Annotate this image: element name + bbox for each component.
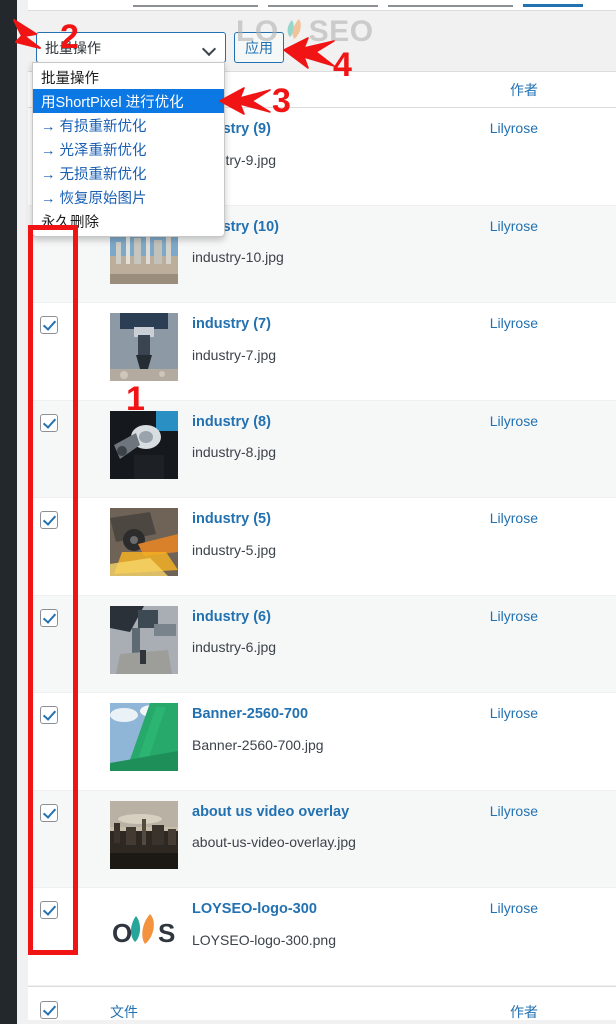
dropdown-item-label: → 有损重新优化: [41, 118, 147, 135]
svg-text:O: O: [112, 918, 132, 948]
media-thumbnail[interactable]: [110, 800, 178, 869]
media-title-link[interactable]: industry (6): [192, 608, 476, 628]
media-filename: Banner-2560-700.jpg: [192, 736, 324, 753]
table-footer-row: 文件 作者: [28, 985, 616, 1023]
media-author-link[interactable]: Lilyrose: [490, 510, 538, 526]
bulk-actions-select-value: 批量操作: [45, 39, 101, 56]
media-thumbnail[interactable]: [110, 313, 178, 381]
media-filename: industry-10.jpg: [192, 249, 284, 266]
row-select-checkbox[interactable]: [40, 803, 62, 826]
table-row[interactable]: O S LOYSEO-logo-300 LOYSEO-logo-300.png Lily…: [28, 888, 616, 986]
media-title-link[interactable]: industry (7): [192, 315, 476, 335]
dropdown-item-label: 批量操作: [41, 70, 99, 87]
media-filename: about-us-video-overlay.jpg: [192, 834, 356, 851]
media-title-cell: Banner-2560-700 Banner-2560-700.jpg: [192, 705, 476, 753]
dropdown-item-1[interactable]: 用ShortPixel 进行优化: [33, 89, 224, 113]
media-thumbnail[interactable]: [110, 508, 178, 576]
column-footer-file[interactable]: 文件: [110, 1002, 138, 1022]
media-filename: LOYSEO-logo-300.png: [192, 931, 336, 948]
row-select-checkbox[interactable]: [40, 511, 62, 533]
media-title-link[interactable]: Banner-2560-700: [192, 705, 476, 725]
row-select-checkbox[interactable]: [40, 316, 62, 338]
row-select-checkbox[interactable]: [40, 413, 62, 436]
bulk-actions-select[interactable]: 批量操作: [36, 32, 226, 63]
media-thumbnail[interactable]: [110, 605, 178, 674]
bulk-actions-dropdown-list[interactable]: 批量操作用ShortPixel 进行优化 → 有损重新优化 → 光泽重新优化 → 无损…: [32, 62, 225, 237]
media-filename: industry-8.jpg: [192, 444, 277, 461]
table-row[interactable]: about us video overlay about-us-video-ove…: [28, 790, 616, 888]
media-author-link[interactable]: Lilyrose: [490, 120, 538, 136]
svg-text:S: S: [158, 918, 175, 948]
dropdown-item-label: → 无损重新优化: [41, 166, 147, 183]
dropdown-item-3[interactable]: → 光泽重新优化: [33, 137, 224, 161]
column-footer-author[interactable]: 作者: [510, 1002, 538, 1022]
media-title-link[interactable]: LOYSEO-logo-300: [192, 900, 476, 920]
media-author-link[interactable]: Lilyrose: [490, 900, 538, 916]
dropdown-item-0[interactable]: 批量操作: [33, 65, 224, 89]
media-title-cell: LOYSEO-logo-300 LOYSEO-logo-300.png: [192, 900, 476, 948]
dropdown-item-5[interactable]: → 恢复原始图片: [33, 185, 224, 209]
media-title-cell: industry (6) industry-6.jpg: [192, 608, 476, 656]
media-title-cell: industry (5) industry-5.jpg: [192, 510, 476, 558]
media-title-cell: industry (8) industry-8.jpg: [192, 413, 476, 461]
apply-button[interactable]: 应用: [234, 32, 284, 63]
filter-field-2[interactable]: [268, 5, 378, 7]
media-filename: industry-5.jpg: [192, 541, 277, 558]
table-body: industry (9) industry-9.jpg Lilyrose indust…: [28, 108, 616, 986]
content-gutter: [17, 0, 28, 1024]
filter-field-3[interactable]: [388, 5, 513, 7]
media-title-cell: about us video overlay about-us-video-ove…: [192, 803, 476, 851]
screenshot-root: 批量操作 应用 LO SEO 作者 industry (9) industry-9…: [0, 0, 616, 1024]
media-thumbnail[interactable]: OS: [110, 898, 178, 966]
media-title-link[interactable]: about us video overlay: [192, 803, 476, 823]
media-title-link[interactable]: industry (9): [192, 120, 476, 140]
dropdown-item-4[interactable]: → 无损重新优化: [33, 161, 224, 185]
media-filename: industry-7.jpg: [192, 346, 277, 363]
dropdown-item-2[interactable]: → 有损重新优化: [33, 113, 224, 137]
media-title-cell: industry (9) industry-9.jpg: [192, 120, 476, 168]
table-row[interactable]: industry (6) industry-6.jpg Lilyrose: [28, 595, 616, 693]
row-select-checkbox[interactable]: [40, 901, 62, 923]
media-title-link[interactable]: industry (8): [192, 413, 476, 433]
dropdown-item-label: 用ShortPixel 进行优化: [41, 94, 184, 111]
media-author-link[interactable]: Lilyrose: [490, 315, 538, 331]
media-filename: industry-9.jpg: [192, 151, 277, 168]
media-title-link[interactable]: industry (10): [192, 218, 476, 238]
dropdown-item-label: → 光泽重新优化: [41, 142, 147, 159]
media-author-link[interactable]: Lilyrose: [490, 608, 538, 624]
table-row[interactable]: industry (5) industry-5.jpg Lilyrose: [28, 498, 616, 596]
select-all-checkbox-footer[interactable]: [40, 1000, 62, 1023]
media-title-cell: industry (10) industry-10.jpg: [192, 218, 476, 266]
chevron-down-icon: [203, 42, 215, 54]
media-author-link[interactable]: Lilyrose: [490, 803, 538, 819]
dropdown-item-label: 永久删除: [41, 214, 99, 231]
media-filename: industry-6.jpg: [192, 639, 277, 656]
dropdown-item-label: → 恢复原始图片: [41, 190, 147, 207]
row-select-checkbox[interactable]: [40, 706, 62, 728]
dropdown-item-6[interactable]: 永久删除: [33, 209, 224, 233]
media-author-link[interactable]: Lilyrose: [490, 413, 538, 429]
filter-search-button[interactable]: [523, 4, 583, 7]
cropped-filter-bar: [28, 0, 616, 11]
filter-field-1[interactable]: [133, 5, 258, 7]
column-header-author[interactable]: 作者: [510, 80, 538, 100]
media-author-link[interactable]: Lilyrose: [490, 705, 538, 721]
row-select-checkbox[interactable]: [40, 608, 62, 631]
media-thumbnail[interactable]: [110, 703, 178, 771]
media-thumbnail[interactable]: [110, 410, 178, 479]
table-row[interactable]: industry (8) industry-8.jpg Lilyrose: [28, 400, 616, 498]
media-title-link[interactable]: industry (5): [192, 510, 476, 530]
table-row[interactable]: industry (7) industry-7.jpg Lilyrose: [28, 303, 616, 401]
table-row[interactable]: Banner-2560-700 Banner-2560-700.jpg Lilyro…: [28, 693, 616, 791]
wp-admin-sidebar-rail[interactable]: [0, 0, 17, 1024]
media-title-cell: industry (7) industry-7.jpg: [192, 315, 476, 363]
media-author-link[interactable]: Lilyrose: [490, 218, 538, 234]
